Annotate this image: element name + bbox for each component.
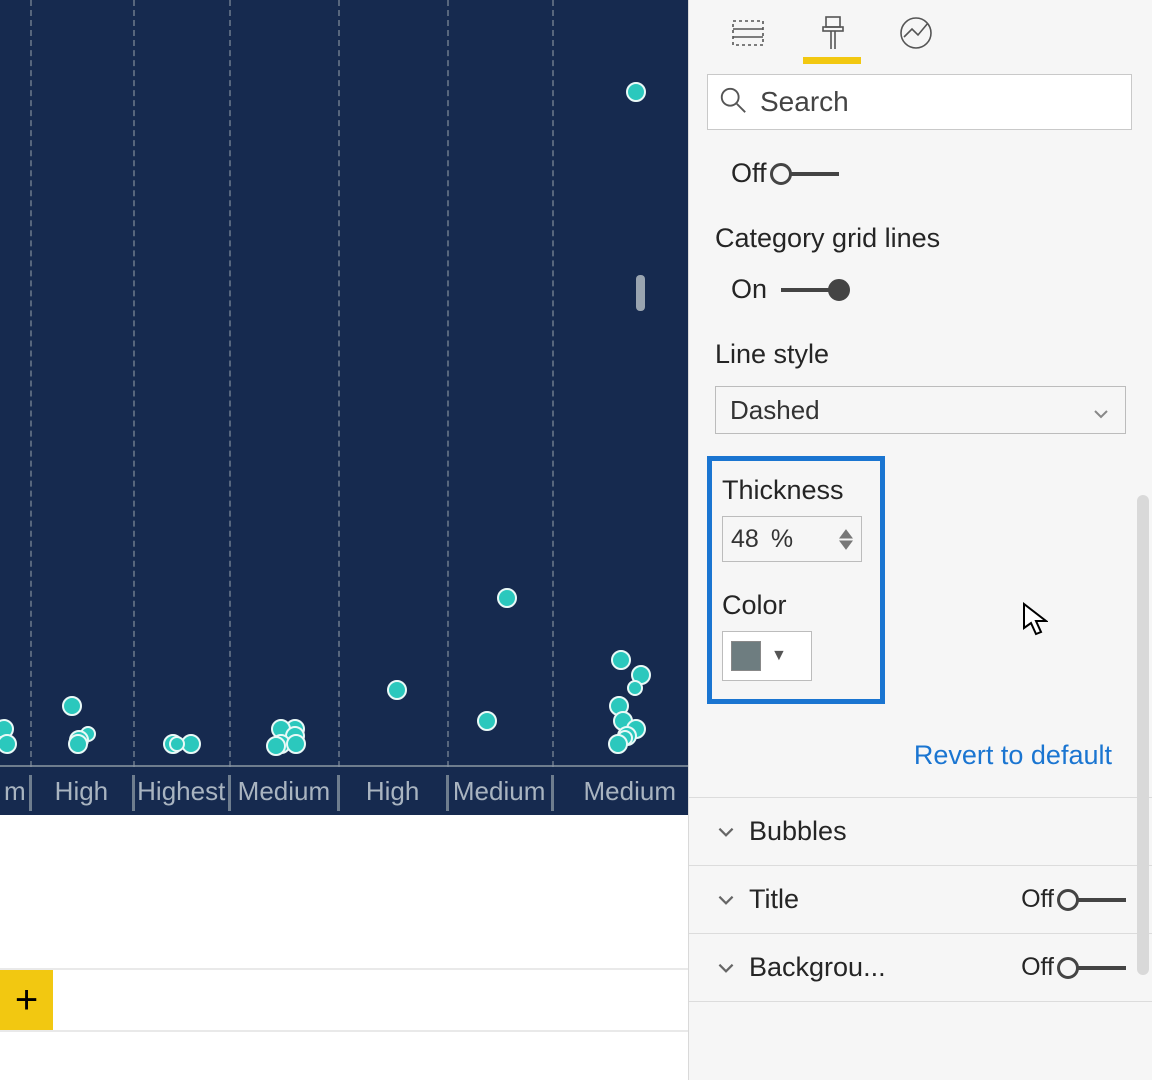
x-axis-tick-label: High	[55, 776, 108, 807]
bubble-point[interactable]	[68, 734, 88, 754]
bubble-point[interactable]	[0, 734, 17, 754]
spinner-arrows[interactable]	[839, 529, 853, 550]
x-axis-tick-label: Medium	[584, 776, 676, 807]
category-gridline	[552, 0, 554, 767]
bubble-point[interactable]	[477, 711, 497, 731]
category-gridline	[338, 0, 340, 767]
x-axis-labels: m High Highest Medium High Medium Medium	[0, 767, 705, 815]
x-axis-tick-label: Medium	[453, 776, 545, 807]
title-toggle[interactable]: Off	[1021, 885, 1126, 914]
category-gridline	[133, 0, 135, 767]
line-style-select[interactable]: Dashed	[715, 386, 1126, 434]
category-gridline	[229, 0, 231, 767]
x-axis-tick-label: Highest	[137, 776, 225, 807]
format-accordion: Bubbles Title Off Backgrou.	[689, 797, 1152, 1002]
scatter-chart-visual[interactable]: m High Highest Medium High Medium Medium	[0, 0, 708, 815]
bubble-point[interactable]	[169, 736, 185, 752]
category-gridlines-label: Category grid lines	[689, 199, 1152, 264]
category-gridline	[30, 0, 32, 767]
format-search[interactable]	[707, 74, 1132, 130]
background-toggle[interactable]: Off	[1021, 953, 1126, 982]
thickness-color-highlight: Thickness 48 % Color ▼	[707, 456, 885, 704]
format-search-input[interactable]	[760, 86, 1121, 118]
color-swatch-preview	[731, 641, 761, 671]
toggle-label: Off	[731, 158, 767, 189]
bubble-point[interactable]	[611, 650, 631, 670]
report-canvas: m High Highest Medium High Medium Medium +	[0, 0, 688, 1080]
bubble-point[interactable]	[62, 696, 82, 716]
x-axis-tick-label: Medium	[238, 776, 330, 807]
chevron-down-icon	[1091, 400, 1111, 420]
thickness-unit: %	[771, 525, 793, 554]
bubbles-section[interactable]: Bubbles	[689, 798, 1152, 866]
chevron-down-icon	[715, 821, 737, 843]
search-icon	[718, 85, 760, 120]
color-label: Color	[722, 590, 870, 621]
thickness-spinner[interactable]: 48 %	[722, 516, 862, 562]
analytics-tab[interactable]	[893, 10, 939, 56]
bubble-point[interactable]	[497, 588, 517, 608]
format-tab[interactable]	[809, 10, 855, 56]
bubble-point[interactable]	[266, 736, 286, 756]
toggle-label: On	[731, 274, 767, 305]
line-style-value: Dashed	[730, 395, 820, 426]
format-pane-tabs	[689, 0, 1152, 66]
chart-scrollbar[interactable]	[636, 0, 645, 815]
bubble-point[interactable]	[286, 734, 306, 754]
bubble-point[interactable]	[608, 734, 628, 754]
color-picker[interactable]: ▼	[722, 631, 812, 681]
category-gridline	[447, 0, 449, 767]
scrollbar-thumb[interactable]	[636, 275, 645, 311]
chevron-down-icon	[715, 957, 737, 979]
background-section[interactable]: Backgrou... Off	[689, 934, 1152, 1002]
pane-scrollbar-thumb[interactable]	[1137, 495, 1149, 975]
x-axis-tick-label: High	[366, 776, 419, 807]
format-pane: Off Category grid lines On Line style Da…	[688, 0, 1152, 1080]
chevron-down-icon	[715, 889, 737, 911]
revert-to-default-link[interactable]: Revert to default	[914, 740, 1112, 770]
title-section[interactable]: Title Off	[689, 866, 1152, 934]
thickness-label: Thickness	[722, 475, 870, 506]
thickness-value: 48	[731, 525, 759, 554]
x-axis-tick-label: m	[4, 776, 26, 807]
add-page-tab[interactable]: +	[0, 970, 53, 1030]
bubble-point[interactable]	[387, 680, 407, 700]
category-gridlines-toggle[interactable]: On	[731, 274, 1126, 305]
previous-section-toggle[interactable]: Off	[731, 158, 1126, 189]
line-style-label: Line style	[689, 315, 1152, 380]
chevron-down-icon: ▼	[771, 647, 787, 665]
fields-tab[interactable]	[725, 10, 771, 56]
